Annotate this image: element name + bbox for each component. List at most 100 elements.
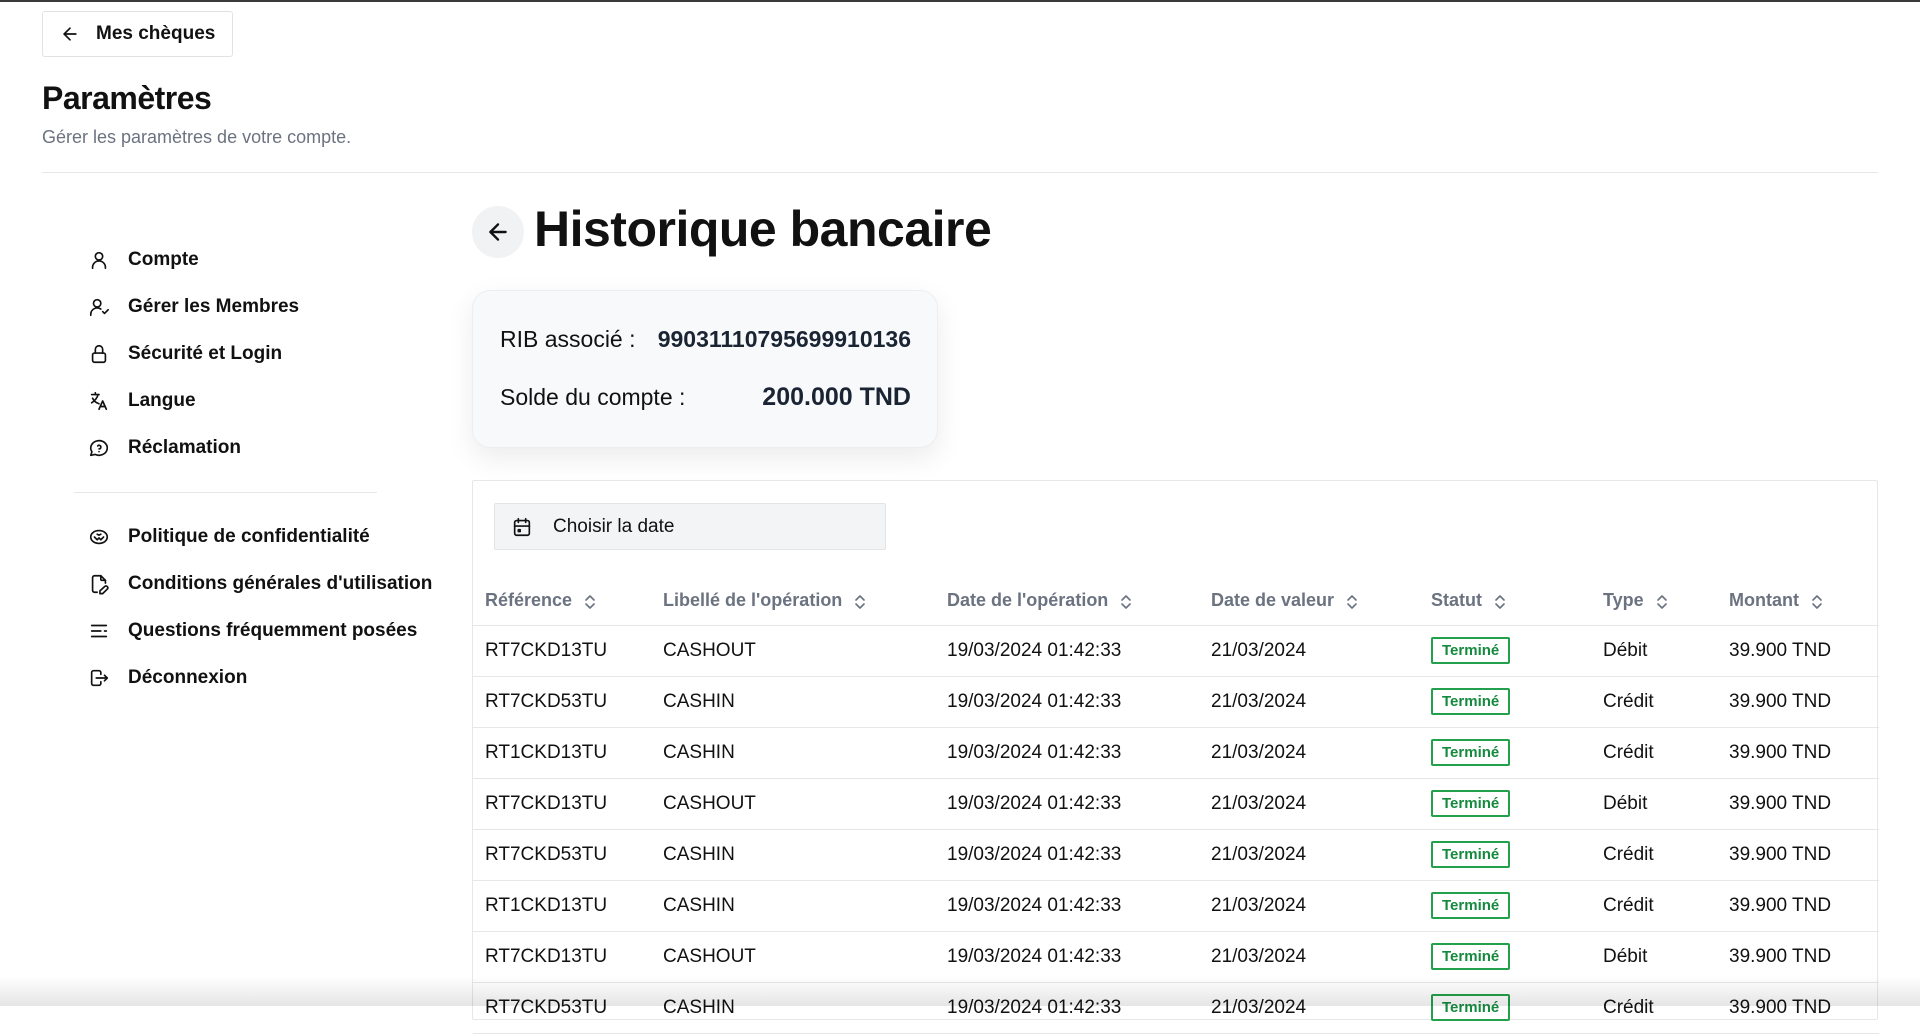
sidebar-item-securite[interactable]: Sécurité et Login <box>74 330 434 377</box>
sidebar-item-label: Politique de confidentialité <box>128 525 370 547</box>
handshake-icon <box>89 529 109 544</box>
cell-montant: 39.900 TND <box>1717 778 1879 830</box>
sidebar-item-deconnexion[interactable]: Déconnexion <box>74 654 434 701</box>
page-subtitle: Gérer les paramètres de votre compte. <box>42 127 352 147</box>
sidebar-item-label: Gérer les Membres <box>128 295 300 317</box>
sidebar-item-reclamation[interactable]: Réclamation <box>74 424 434 471</box>
column-header-label: Référence <box>485 590 573 611</box>
file-edit-icon <box>91 574 109 594</box>
sidebar-item-label: Déconnexion <box>128 666 248 688</box>
sidebar-divider <box>74 492 377 493</box>
cell-libelle: CASHOUT <box>651 625 935 677</box>
cell-date-valeur: 21/03/2024 <box>1199 676 1419 728</box>
cell-date-operation: 19/03/2024 01:42:33 <box>935 880 1199 932</box>
sidebar-item-compte[interactable]: Compte <box>74 236 434 283</box>
cell-reference: RT7CKD53TU <box>473 676 651 728</box>
sidebar-item-politique[interactable]: Politique de confidentialité <box>74 513 434 560</box>
status-badge: Terminé <box>1431 943 1511 970</box>
cell-date-valeur: 21/03/2024 <box>1199 982 1419 1034</box>
transactions-panel: Choisir la date Référence Libellé de l'op… <box>472 480 1879 1034</box>
cell-reference: RT7CKD13TU <box>473 931 651 983</box>
column-montant-header[interactable]: Montant <box>1717 577 1879 626</box>
cell-type: Débit <box>1591 778 1717 830</box>
date-picker-button[interactable]: Choisir la date <box>494 503 886 550</box>
date-picker-label: Choisir la date <box>553 515 675 537</box>
table-row[interactable]: RT7CKD13TU CASHOUT 19/03/2024 01:42:33 21/0… <box>473 625 1879 677</box>
column-date-operation-header[interactable]: Date de l'opération <box>935 577 1199 626</box>
cell-type: Crédit <box>1591 727 1717 779</box>
column-statut-header[interactable]: Statut <box>1419 577 1591 626</box>
column-header-label: Montant <box>1729 590 1799 611</box>
cell-reference: RT7CKD13TU <box>473 625 651 677</box>
sort-icon <box>1121 594 1132 609</box>
cell-date-operation: 19/03/2024 01:42:33 <box>935 676 1199 728</box>
cell-montant: 39.900 TND <box>1717 829 1879 881</box>
status-badge: Terminé <box>1431 688 1511 715</box>
table-row[interactable]: RT7CKD53TU CASHIN 19/03/2024 01:42:33 21/03… <box>473 829 1879 881</box>
cell-libelle: CASHIN <box>651 676 935 728</box>
sidebar-item-faq[interactable]: Questions fréquemment posées <box>74 607 434 654</box>
back-to-cheques-button[interactable]: Mes chèques <box>42 11 234 57</box>
status-badge: Terminé <box>1431 739 1511 766</box>
cell-date-valeur: 21/03/2024 <box>1199 880 1419 932</box>
column-libelle-header[interactable]: Libellé de l'opération <box>651 577 935 626</box>
account-summary-card: RIB associé : 99031110795699910136 Solde… <box>472 290 938 448</box>
arrow-left-icon <box>489 223 507 241</box>
logout-icon <box>90 669 109 686</box>
table-row[interactable]: RT7CKD13TU CASHOUT 19/03/2024 01:42:33 21/0… <box>473 778 1879 830</box>
status-badge: Terminé <box>1431 892 1511 919</box>
translate-icon <box>90 391 108 410</box>
sidebar-item-langue[interactable]: Langue <box>74 377 434 424</box>
cell-montant: 39.900 TND <box>1717 880 1879 932</box>
sidebar-item-label: Sécurité et Login <box>128 342 283 364</box>
cell-statut: Terminé <box>1419 931 1591 983</box>
cell-libelle: CASHOUT <box>651 931 935 983</box>
balance-value: 200.000 TND <box>762 382 911 411</box>
column-type-header[interactable]: Type <box>1591 577 1717 626</box>
sidebar-item-conditions[interactable]: Conditions générales d'utilisation <box>74 560 434 607</box>
lock-icon <box>91 344 107 363</box>
table-row[interactable]: RT1CKD13TU CASHIN 19/03/2024 01:42:33 21/03… <box>473 727 1879 779</box>
history-back-button[interactable] <box>472 206 524 258</box>
cell-reference: RT1CKD13TU <box>473 880 651 932</box>
table-row[interactable]: RT7CKD13TU CASHOUT 19/03/2024 01:42:33 21/0… <box>473 931 1879 983</box>
arrow-left-icon <box>63 27 77 41</box>
column-header-label: Date de valeur <box>1211 590 1335 611</box>
cell-statut: Terminé <box>1419 829 1591 881</box>
sidebar-item-membres[interactable]: Gérer les Membres <box>74 283 434 330</box>
column-reference-header[interactable]: Référence <box>473 577 651 626</box>
cell-montant: 39.900 TND <box>1717 931 1879 983</box>
page-title: Paramètres <box>42 80 212 116</box>
cell-date-operation: 19/03/2024 01:42:33 <box>935 829 1199 881</box>
cell-date-operation: 19/03/2024 01:42:33 <box>935 625 1199 677</box>
sort-icon <box>1495 594 1505 609</box>
sort-icon <box>1656 594 1667 609</box>
sidebar-item-label: Réclamation <box>128 436 241 458</box>
cell-date-operation: 19/03/2024 01:42:33 <box>935 727 1199 779</box>
table-row[interactable]: RT7CKD53TU CASHIN 19/03/2024 01:42:33 21/03… <box>473 676 1879 728</box>
status-badge: Terminé <box>1431 994 1511 1021</box>
cell-type: Crédit <box>1591 982 1717 1034</box>
table-row[interactable]: RT1CKD13TU CASHIN 19/03/2024 01:42:33 21/03… <box>473 880 1879 932</box>
column-header-label: Type <box>1603 590 1644 611</box>
cell-statut: Terminé <box>1419 982 1591 1034</box>
cell-libelle: CASHIN <box>651 982 935 1034</box>
window-top-border <box>0 0 1920 2</box>
column-header-label: Libellé de l'opération <box>663 590 843 611</box>
sidebar-item-label: Conditions générales d'utilisation <box>128 572 433 594</box>
user-check-icon <box>89 298 109 316</box>
section-title: Historique bancaire <box>534 201 992 257</box>
cell-montant: 39.900 TND <box>1717 727 1879 779</box>
table-row[interactable]: RT7CKD53TU CASHIN 19/03/2024 01:42:33 21/03… <box>473 982 1879 1034</box>
status-badge: Terminé <box>1431 841 1511 868</box>
header-divider <box>42 172 1878 173</box>
transactions-table: Référence Libellé de l'opération Date de l… <box>473 577 1879 1034</box>
sort-icon <box>1347 594 1357 609</box>
table-body: RT7CKD13TU CASHOUT 19/03/2024 01:42:33 21/0… <box>473 625 1879 1034</box>
column-date-valeur-header[interactable]: Date de valeur <box>1199 577 1419 626</box>
cell-libelle: CASHIN <box>651 880 935 932</box>
cell-reference: RT1CKD13TU <box>473 727 651 779</box>
cell-date-valeur: 21/03/2024 <box>1199 829 1419 881</box>
balance-label: Solde du compte : <box>500 383 686 410</box>
table-header-row: Référence Libellé de l'opération Date de l… <box>473 577 1879 626</box>
